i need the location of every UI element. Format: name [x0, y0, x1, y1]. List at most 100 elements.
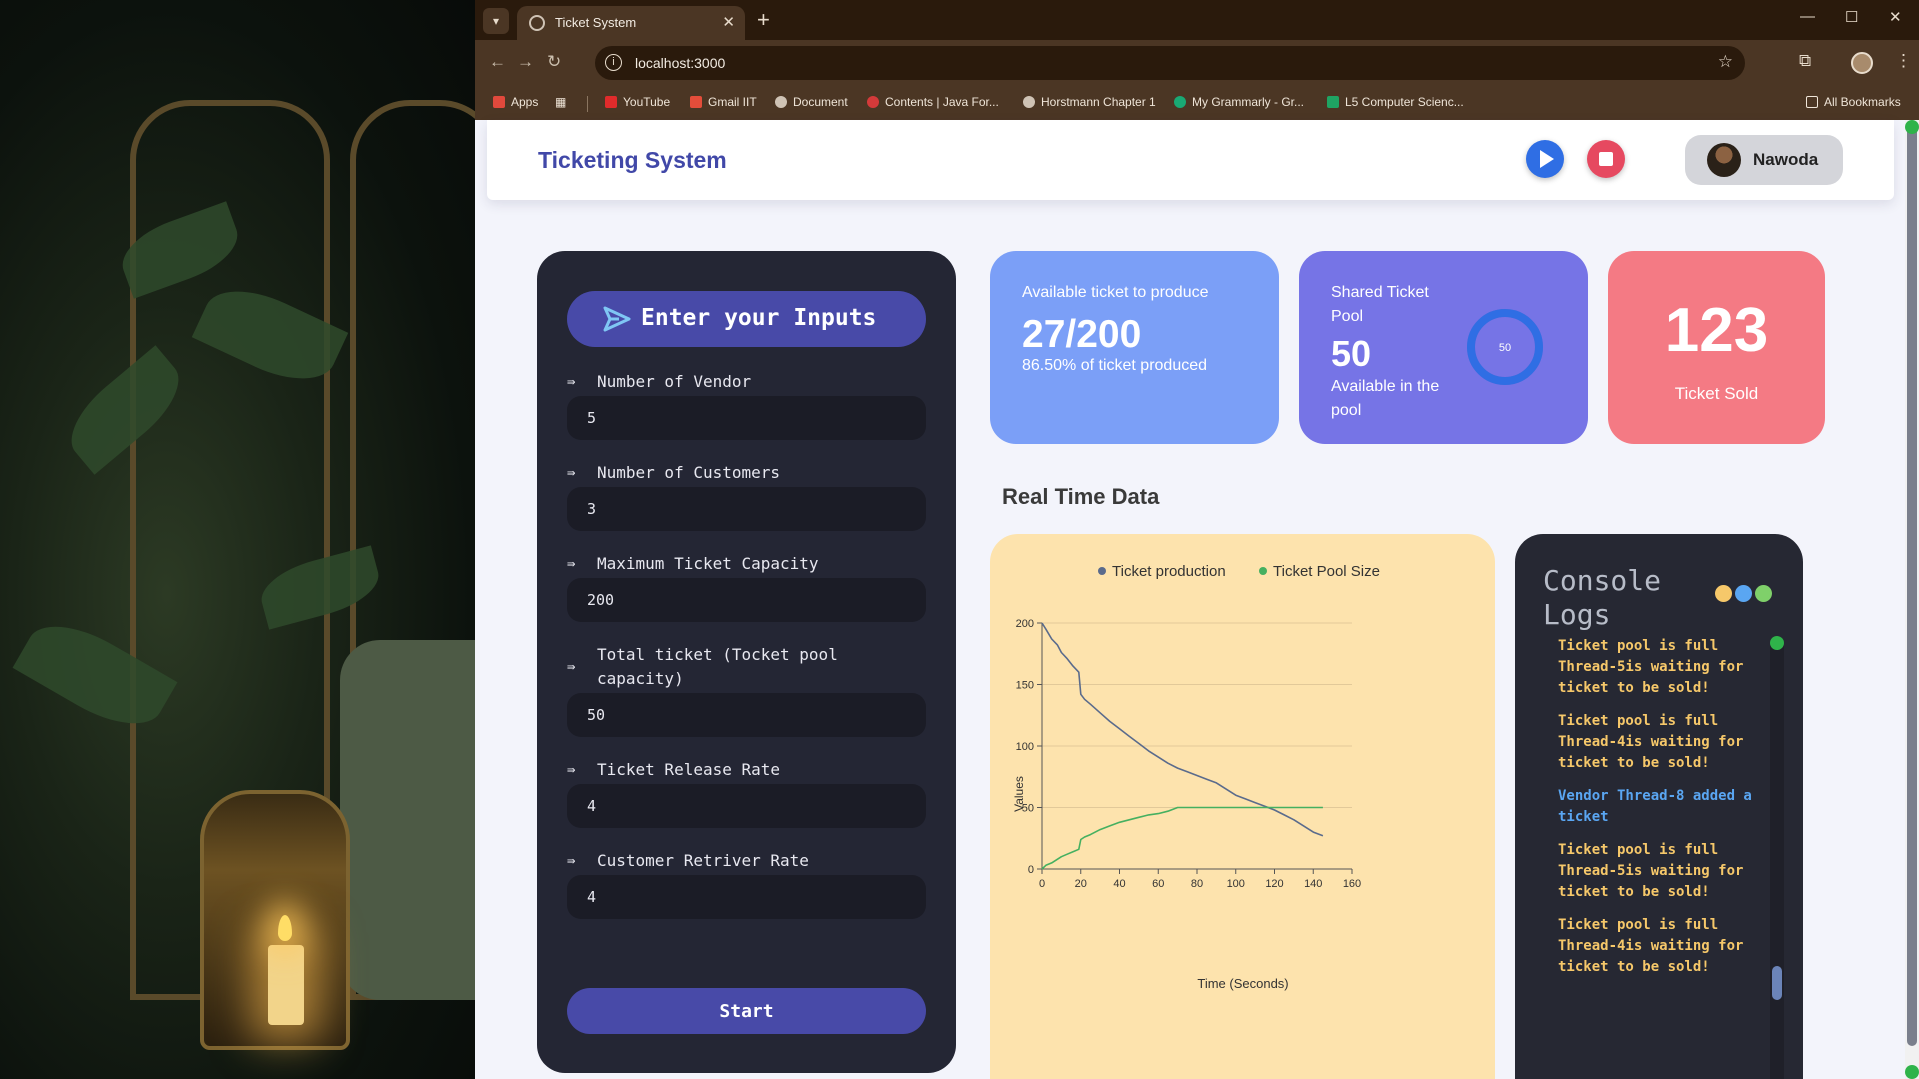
new-tab-button[interactable]: + — [757, 7, 770, 33]
vendor-label: ⇛ Number of Vendor — [567, 370, 897, 394]
address-bar[interactable]: i localhost:3000 ☆ — [595, 46, 1745, 80]
customer-count-input[interactable] — [567, 487, 926, 531]
console-scrollbar[interactable] — [1770, 636, 1784, 1079]
maximize-button[interactable]: ☐ — [1845, 8, 1858, 26]
brand-title[interactable]: Ticketing System — [538, 147, 727, 174]
browser-window: ▾ Ticket System ✕ + — ☐ ✕ ← → ↻ i localh… — [475, 0, 1919, 1079]
play-button[interactable] — [1526, 140, 1564, 178]
x-tick-label: 140 — [1304, 878, 1322, 890]
field-label-text: Total ticket (Tocket pool capacity) — [597, 645, 838, 688]
customers-label: ⇛ Number of Customers — [567, 461, 897, 485]
profile-avatar[interactable] — [1851, 52, 1873, 74]
tab-search-button[interactable]: ▾ — [483, 8, 509, 34]
bookmark-label: Gmail IIT — [708, 95, 757, 109]
tab-groups-icon[interactable]: ▦ — [555, 95, 566, 109]
console-dot-green — [1755, 585, 1772, 602]
pool-capacity-label: ⇛ Total ticket (Tocket pool capacity) — [567, 643, 897, 691]
back-arrow-icon[interactable]: ← — [489, 52, 506, 72]
menu-kebab-icon[interactable]: ⋮ — [1895, 51, 1912, 71]
bookmark-apps[interactable]: Apps — [493, 95, 538, 109]
page-content: Ticketing System Nawoda Enter your Input… — [475, 120, 1919, 1079]
user-profile-chip[interactable]: Nawoda — [1685, 135, 1843, 185]
series-line-production — [1041, 622, 1324, 837]
legend-marker-production — [1098, 567, 1106, 575]
bookmark-java[interactable]: Contents | Java For... — [867, 95, 999, 109]
log-entry: Ticket pool is full Thread-4is waiting f… — [1558, 713, 1744, 771]
send-icon — [603, 306, 631, 332]
avatar — [1707, 143, 1741, 177]
site-info-icon[interactable]: i — [605, 54, 622, 71]
page-scrollbar[interactable] — [1905, 120, 1919, 1079]
vendor-count-input[interactable] — [567, 396, 926, 440]
globe-icon — [775, 96, 787, 108]
console-scroll-thumb[interactable] — [1772, 966, 1782, 1000]
bookmark-document[interactable]: Document — [775, 95, 848, 109]
retrieval-rate-label: ⇛ Customer Retriver Rate — [567, 849, 897, 873]
scroll-up-icon[interactable] — [1905, 120, 1919, 134]
card-label: Shared Ticket Pool — [1331, 284, 1429, 325]
log-list[interactable]: Ticket pool is full Thread-5is waiting f… — [1558, 636, 1758, 990]
max-capacity-input[interactable] — [567, 578, 926, 622]
bookmark-horstmann[interactable]: Horstmann Chapter 1 — [1023, 95, 1156, 109]
all-bookmarks[interactable]: All Bookmarks — [1806, 95, 1901, 109]
user-name: Nawoda — [1753, 150, 1819, 169]
arrow-icon: ⇛ — [567, 762, 576, 778]
x-tick-label: 20 — [1075, 878, 1087, 890]
scroll-down-icon[interactable] — [1905, 1065, 1919, 1079]
tickets-sold-card: 123 Ticket Sold — [1608, 251, 1825, 444]
bookmark-label: Document — [793, 95, 848, 109]
forward-arrow-icon[interactable]: → — [517, 52, 534, 72]
bookmark-label: All Bookmarks — [1824, 95, 1901, 109]
bookmark-label: Horstmann Chapter 1 — [1041, 95, 1156, 109]
bookmark-l5[interactable]: L5 Computer Scienc... — [1327, 95, 1464, 109]
x-tick-label: 100 — [1227, 878, 1245, 890]
grammarly-icon — [1174, 96, 1186, 108]
extensions-icon[interactable]: ⧉ — [1799, 51, 1811, 71]
retrieval-rate-input[interactable] — [567, 875, 926, 919]
arrow-icon: ⇛ — [567, 374, 576, 390]
chart-legend[interactable]: Ticket production Ticket Pool Size — [1098, 563, 1380, 580]
x-tick-label: 40 — [1113, 878, 1125, 890]
legend-label-production[interactable]: Ticket production — [1112, 563, 1226, 580]
bookmark-separator — [587, 96, 588, 112]
series-line-pool — [1041, 806, 1323, 870]
close-tab-icon[interactable]: ✕ — [722, 13, 735, 31]
bookmark-star-icon[interactable]: ☆ — [1718, 52, 1733, 72]
field-label-text: Maximum Ticket Capacity — [597, 554, 819, 573]
close-window-button[interactable]: ✕ — [1889, 8, 1902, 26]
x-axis-label: Time (Seconds) — [1197, 976, 1288, 991]
stop-button[interactable] — [1587, 140, 1625, 178]
circle-icon — [867, 96, 879, 108]
reload-icon[interactable]: ↻ — [547, 52, 561, 72]
scroll-up-icon[interactable] — [1770, 636, 1784, 650]
tab-ticket-system[interactable]: Ticket System ✕ — [517, 6, 745, 40]
url-text[interactable]: localhost:3000 — [635, 55, 725, 71]
globe-icon — [1023, 96, 1035, 108]
page-scroll-thumb[interactable] — [1907, 126, 1917, 1046]
legend-label-pool[interactable]: Ticket Pool Size — [1273, 563, 1380, 580]
arrow-icon: ⇛ — [567, 465, 576, 481]
donut-label: 50 — [1499, 342, 1511, 354]
start-button[interactable]: Start — [567, 988, 926, 1034]
tickets-sold-label: Ticket Sold — [1674, 384, 1759, 403]
pool-capacity-input[interactable] — [567, 693, 926, 737]
desktop-wallpaper — [0, 0, 475, 1079]
bookmark-youtube[interactable]: YouTube — [605, 95, 670, 109]
log-entry: Vendor Thread-8 added a ticket — [1558, 788, 1752, 825]
x-tick-label: 160 — [1343, 878, 1361, 890]
minimize-button[interactable]: — — [1800, 8, 1815, 25]
pool-value: 50 — [1331, 333, 1372, 374]
gmail-icon — [690, 96, 702, 108]
field-label-text: Ticket Release Rate — [597, 760, 781, 779]
y-tick-label: 150 — [1016, 680, 1034, 692]
available-tickets-card: Available ticket to produce 27/200 86.50… — [990, 251, 1279, 444]
bookmark-gmail[interactable]: Gmail IIT — [690, 95, 757, 109]
bookmark-label: My Grammarly - Gr... — [1192, 95, 1304, 109]
field-label-text: Customer Retriver Rate — [597, 851, 809, 870]
app-navbar: Ticketing System Nawoda — [487, 120, 1894, 200]
release-rate-input[interactable] — [567, 784, 926, 828]
bookmark-grammarly[interactable]: My Grammarly - Gr... — [1174, 95, 1304, 109]
x-tick-label: 0 — [1039, 878, 1045, 890]
browser-toolbar: ← → ↻ i localhost:3000 ☆ ⧉ ⋮ — [475, 40, 1919, 86]
console-dot-yellow — [1715, 585, 1732, 602]
